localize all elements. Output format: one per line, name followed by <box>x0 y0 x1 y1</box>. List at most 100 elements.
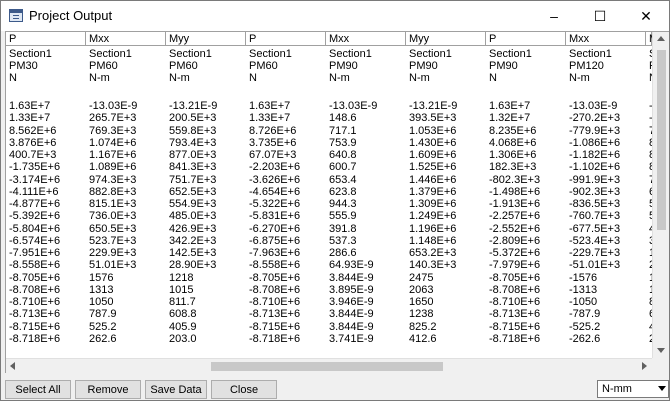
output-data-grid[interactable]: MSPN--788876554312118642MxxSection1PM120… <box>5 31 669 373</box>
data-cell[interactable]: 653.4 <box>329 174 357 187</box>
horizontal-scroll-thumb[interactable] <box>211 362 443 371</box>
column-header[interactable]: Mxx <box>86 32 166 46</box>
data-cell[interactable]: 229.9E+3 <box>89 247 136 260</box>
data-cell[interactable]: 1.430E+6 <box>409 137 456 150</box>
data-cell[interactable]: 1.089E+6 <box>89 161 136 174</box>
data-cell[interactable]: -8.718E+6 <box>9 333 60 346</box>
data-cell[interactable]: 3.844E-9 <box>329 308 374 321</box>
data-cell[interactable]: 974.3E+3 <box>89 174 136 187</box>
data-cell[interactable]: -902.3E+3 <box>569 186 620 199</box>
data-cell[interactable]: 148.6 <box>329 112 357 125</box>
data-cell[interactable]: -8.713E+6 <box>489 308 540 321</box>
column-meta-cell[interactable]: N-m <box>329 72 350 85</box>
column-header[interactable]: Mxx <box>326 32 406 46</box>
data-cell[interactable]: 825.2 <box>409 321 437 334</box>
data-cell[interactable]: 8.235E+6 <box>489 125 536 138</box>
data-cell[interactable]: 944.3 <box>329 198 357 211</box>
data-cell[interactable]: 877.0E+3 <box>169 149 216 162</box>
grid-column[interactable]: Myy Section1 PM60 N-m -13.21E-9 200.5E+3 559.8… <box>166 32 246 358</box>
scroll-down-icon[interactable] <box>657 348 665 353</box>
column-meta-cell[interactable]: N-m <box>169 72 190 85</box>
data-cell[interactable]: -8.715E+6 <box>249 321 300 334</box>
data-cell[interactable]: 265.7E+3 <box>89 112 136 125</box>
close-window-button[interactable]: ✕ <box>623 1 669 31</box>
data-cell[interactable]: -1.498E+6 <box>489 186 540 199</box>
column-meta-cell[interactable]: N-m <box>409 72 430 85</box>
column-meta-cell[interactable]: N <box>249 72 257 85</box>
grid-column[interactable]: Mxx Section1 PM60 N-m -13.03E-9 265.7E+3 769.3… <box>86 32 166 358</box>
data-cell[interactable]: 342.2E+3 <box>169 235 216 248</box>
data-cell[interactable]: 3.895E-9 <box>329 284 374 297</box>
data-cell[interactable]: 652.5E+3 <box>169 186 216 199</box>
data-cell[interactable]: -8.718E+6 <box>249 333 300 346</box>
data-cell[interactable]: 525.2 <box>89 321 117 334</box>
data-cell[interactable]: -8.713E+6 <box>249 308 300 321</box>
data-cell[interactable]: -677.5E+3 <box>569 223 620 236</box>
data-cell[interactable]: 4.068E+6 <box>489 137 536 150</box>
data-cell[interactable]: -51.01E+3 <box>569 259 620 272</box>
data-cell[interactable]: -5.322E+6 <box>249 198 300 211</box>
data-cell[interactable]: 51.01E+3 <box>89 259 136 272</box>
data-cell[interactable]: 485.0E+3 <box>169 210 216 223</box>
data-cell[interactable]: -2.552E+6 <box>489 223 540 236</box>
data-cell[interactable]: 3.844E-9 <box>329 321 374 334</box>
data-cell[interactable]: 200.5E+3 <box>169 112 216 125</box>
data-cell[interactable]: 2063 <box>409 284 433 297</box>
data-cell[interactable]: 559.8E+3 <box>169 125 216 138</box>
data-cell[interactable]: -4.654E+6 <box>249 186 300 199</box>
data-cell[interactable]: -991.9E+3 <box>569 174 620 187</box>
data-cell[interactable]: 3.844E-9 <box>329 272 374 285</box>
data-cell[interactable]: -1.913E+6 <box>489 198 540 211</box>
minimize-button[interactable]: – <box>531 1 577 31</box>
data-cell[interactable]: 1.63E+7 <box>489 100 530 113</box>
close-button[interactable]: Close <box>211 380 277 399</box>
data-cell[interactable]: 262.6 <box>89 333 117 346</box>
data-cell[interactable]: 608.8 <box>169 308 197 321</box>
data-cell[interactable]: 787.9 <box>89 308 117 321</box>
data-cell[interactable]: 203.0 <box>169 333 197 346</box>
data-cell[interactable]: 2475 <box>409 272 433 285</box>
data-cell[interactable]: 1.309E+6 <box>409 198 456 211</box>
data-cell[interactable]: 1650 <box>409 296 433 309</box>
data-cell[interactable]: 412.6 <box>409 333 437 346</box>
column-header[interactable]: Myy <box>166 32 246 46</box>
data-cell[interactable]: -13.21E-9 <box>409 100 457 113</box>
data-cell[interactable]: 811.7 <box>169 296 196 309</box>
data-cell[interactable]: -8.705E+6 <box>489 272 540 285</box>
data-cell[interactable]: -6.574E+6 <box>9 235 60 248</box>
remove-button[interactable]: Remove <box>75 380 141 399</box>
data-cell[interactable]: -13.21E-9 <box>169 100 217 113</box>
data-cell[interactable]: 3.876E+6 <box>9 137 56 150</box>
data-cell[interactable]: 391.8 <box>329 223 357 236</box>
data-cell[interactable]: -1.735E+6 <box>9 161 60 174</box>
grid-column[interactable]: P Section1 PM60 N 1.63E+7 1.33E+7 8.726E+6 3.73… <box>246 32 326 358</box>
data-cell[interactable]: 140.3E+3 <box>409 259 456 272</box>
data-cell[interactable]: -7.979E+6 <box>489 259 540 272</box>
data-cell[interactable]: -8.710E+6 <box>489 296 540 309</box>
data-cell[interactable]: -836.5E+3 <box>569 198 620 211</box>
data-cell[interactable]: -1050 <box>569 296 597 309</box>
column-header[interactable]: Mxx <box>566 32 646 46</box>
data-cell[interactable]: 815.1E+3 <box>89 198 136 211</box>
data-cell[interactable]: -6.270E+6 <box>249 223 300 236</box>
data-cell[interactable]: -5.392E+6 <box>9 210 60 223</box>
data-cell[interactable]: 537.3 <box>329 235 357 248</box>
data-cell[interactable]: 286.6 <box>329 247 357 260</box>
data-cell[interactable]: 640.8 <box>329 149 357 162</box>
data-cell[interactable]: -1.102E+6 <box>569 161 620 174</box>
data-cell[interactable]: -4.877E+6 <box>9 198 60 211</box>
save-data-button[interactable]: Save Data <box>145 380 207 399</box>
data-cell[interactable]: 1576 <box>89 272 113 285</box>
data-cell[interactable]: 3.735E+6 <box>249 137 296 150</box>
data-cell[interactable]: -6.875E+6 <box>249 235 300 248</box>
data-cell[interactable]: 182.3E+3 <box>489 161 536 174</box>
data-cell[interactable]: 1015 <box>169 284 193 297</box>
scroll-right-icon[interactable] <box>642 362 647 370</box>
data-cell[interactable]: -4.111E+6 <box>9 186 58 199</box>
data-cell[interactable]: 1218 <box>169 272 193 285</box>
data-cell[interactable]: -523.4E+3 <box>569 235 620 248</box>
data-cell[interactable]: -2.809E+6 <box>489 235 540 248</box>
data-cell[interactable]: -8.710E+6 <box>9 296 60 309</box>
data-cell[interactable]: 1.63E+7 <box>249 100 290 113</box>
data-cell[interactable]: -8.558E+6 <box>249 259 300 272</box>
